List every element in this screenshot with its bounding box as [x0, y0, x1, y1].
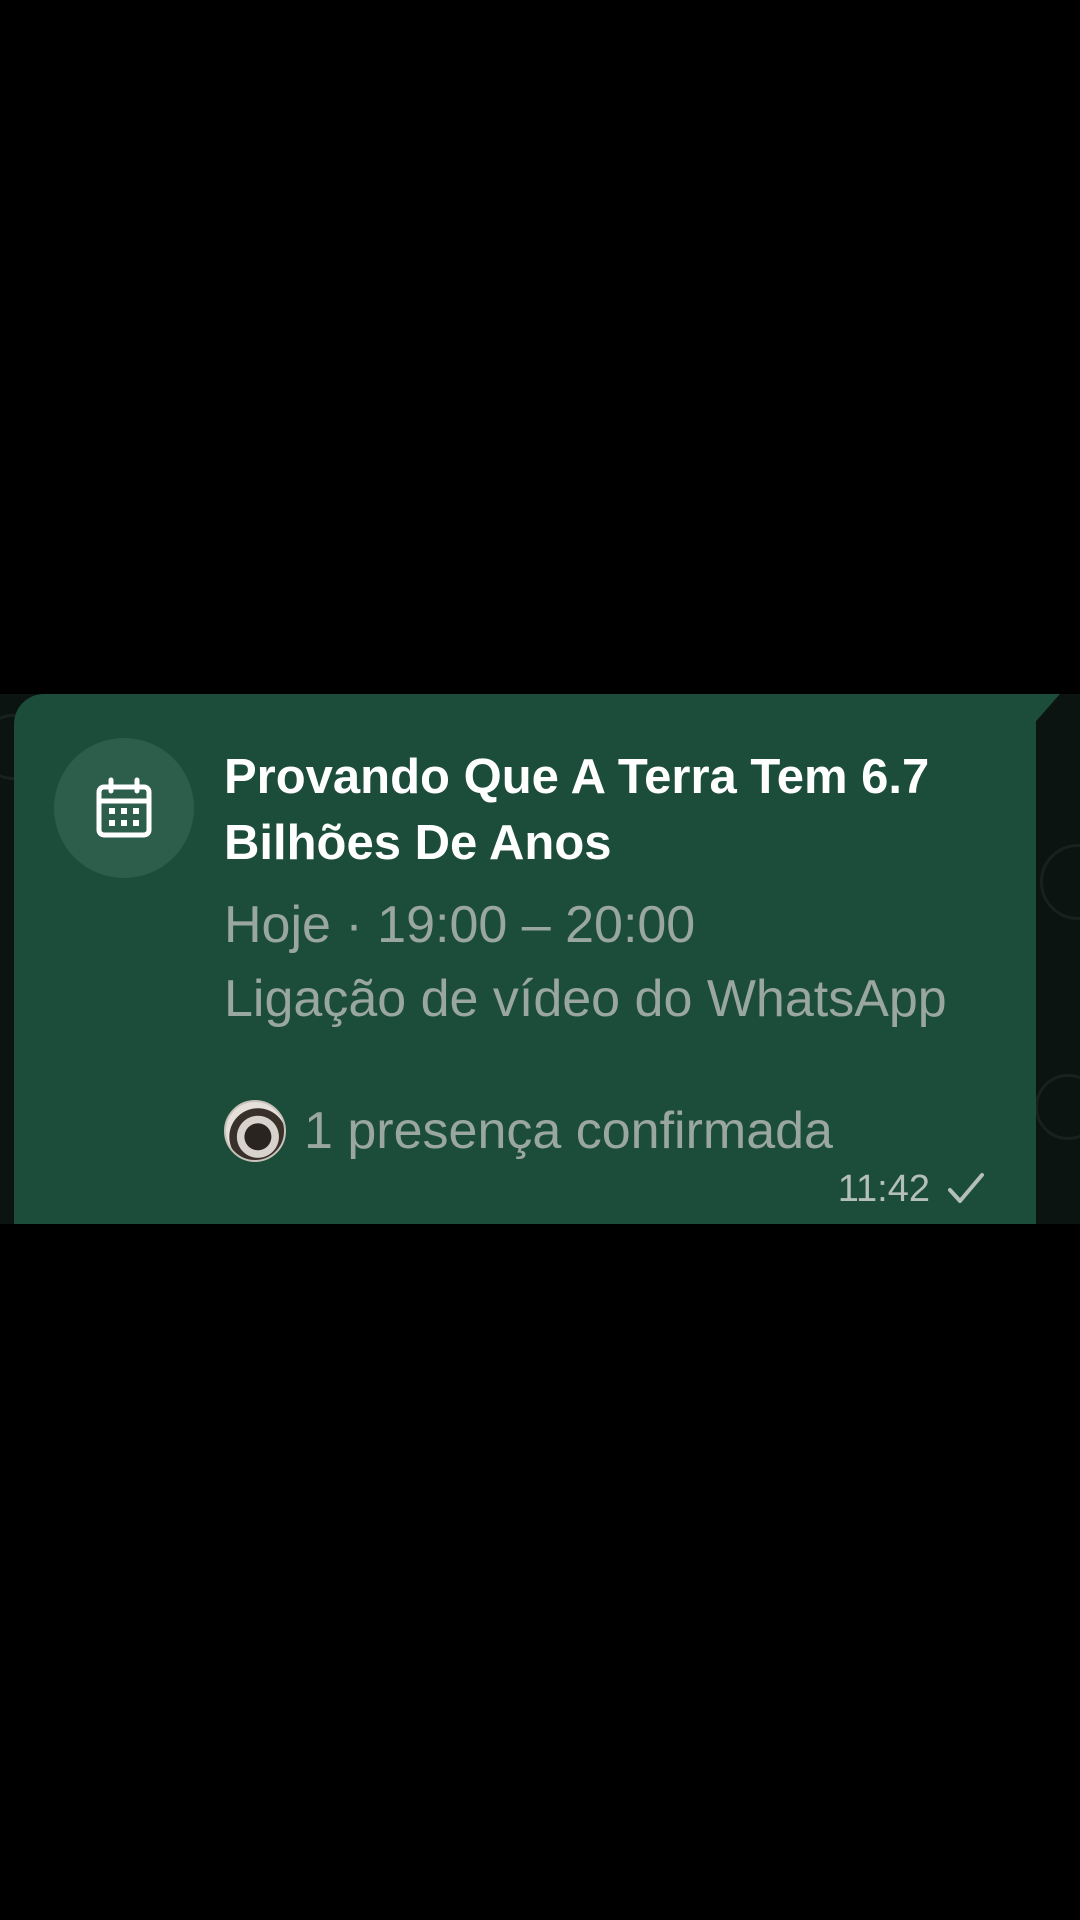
message-meta: 11:42: [838, 1164, 988, 1214]
wallpaper-doodle: [1035, 1074, 1080, 1140]
event-title[interactable]: Provando Que A Terra Tem 6.7 Bilhões De …: [224, 744, 1014, 876]
rsvp-count: 1 presença confirmada: [304, 1102, 833, 1160]
event-time: Hoje · 19:00 – 20:00: [224, 896, 696, 954]
single-check-icon: [948, 1173, 984, 1203]
event-message-bubble[interactable]: Provando Que A Terra Tem 6.7 Bilhões De …: [14, 694, 1036, 1224]
event-icon-circle: [54, 738, 194, 878]
rsvp-row[interactable]: 1 presença confirmada: [224, 1098, 833, 1164]
chat-area: Provando Que A Terra Tem 6.7 Bilhões De …: [0, 694, 1080, 1224]
message-timestamp: 11:42: [837, 1167, 930, 1210]
calendar-icon: [96, 777, 152, 838]
bubble-tail: [1030, 694, 1060, 728]
wallpaper-doodle: [1040, 844, 1080, 920]
avatar: [224, 1100, 286, 1162]
event-location[interactable]: Ligação de vídeo do WhatsApp: [224, 966, 1014, 1032]
